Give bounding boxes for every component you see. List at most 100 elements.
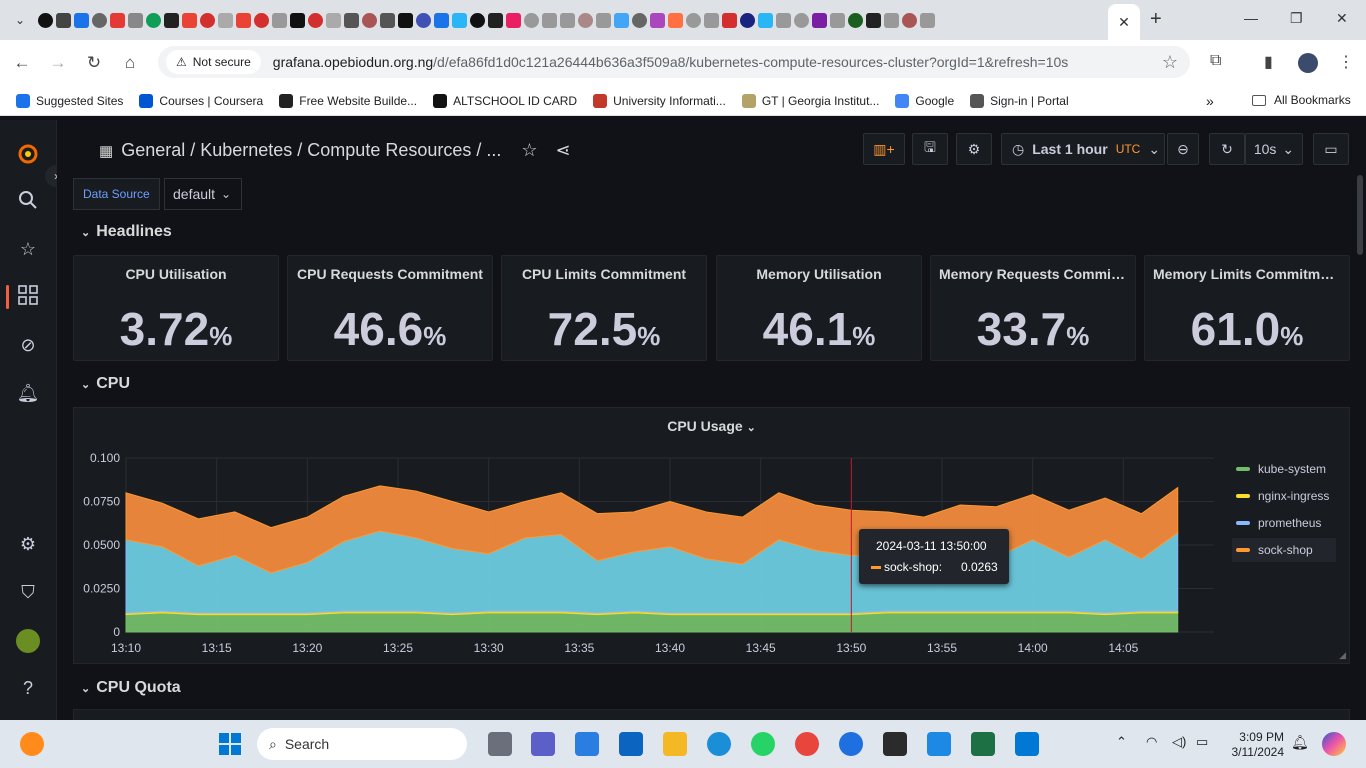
pinned-tab-favicon-icon[interactable] <box>704 12 719 28</box>
menu-icon[interactable]: ⋮ <box>1338 52 1354 72</box>
reload-icon[interactable]: ↻ <box>76 53 112 73</box>
pinned-tab-favicon-icon[interactable] <box>830 12 845 28</box>
pinned-tab-favicon-icon[interactable] <box>74 12 89 28</box>
wifi-icon[interactable]: ◠ <box>1146 734 1157 750</box>
pinned-tab-favicon-icon[interactable] <box>128 12 143 28</box>
pinned-tab-favicon-icon[interactable] <box>164 12 179 28</box>
pinned-tab-favicon-icon[interactable] <box>632 12 647 28</box>
dashboard-settings-gear-icon[interactable]: ⚙ <box>956 133 992 165</box>
bookmark-item[interactable]: Google <box>895 93 954 108</box>
pinned-tab-favicon-icon[interactable] <box>200 12 215 28</box>
stat-panel[interactable]: Memory Utilisation 46.1% <box>716 255 922 361</box>
pinned-tab-favicon-icon[interactable] <box>272 12 287 28</box>
more-bookmarks-chevron-icon[interactable]: » <box>1206 93 1214 109</box>
pinned-tab-favicon-icon[interactable] <box>812 12 827 28</box>
time-picker[interactable]: ◷ Last 1 hour UTC ⌄ <box>1001 133 1165 165</box>
edge-icon[interactable] <box>707 732 731 756</box>
mark-favorite-star-icon[interactable]: ☆ <box>521 140 537 161</box>
legend-item[interactable]: sock-shop <box>1232 538 1336 562</box>
vscode-icon[interactable] <box>1015 732 1039 756</box>
stat-panel[interactable]: Memory Limits Commitment 61.0% <box>1144 255 1350 361</box>
maximize-icon[interactable]: ❐ <box>1290 10 1303 27</box>
pinned-tab-favicon-icon[interactable] <box>740 12 755 28</box>
pinned-tab-favicon-icon[interactable] <box>290 12 305 28</box>
pinned-tab-favicon-icon[interactable] <box>686 12 701 28</box>
bookmark-item[interactable]: Sign-in | Portal <box>970 93 1069 108</box>
pinned-tab-favicon-icon[interactable] <box>614 12 629 28</box>
notifications-bell-icon[interactable]: 🔔︎ <box>1291 734 1309 751</box>
bookmark-item[interactable]: ALTSCHOOL ID CARD <box>433 93 577 108</box>
pinned-tab-favicon-icon[interactable] <box>398 12 413 28</box>
breadcrumb[interactable]: General / Kubernetes / Compute Resources… <box>121 140 501 161</box>
excel-icon[interactable] <box>971 732 995 756</box>
panel-title[interactable]: CPU Usage ⌄ <box>74 418 1349 434</box>
share-icon[interactable]: ⋖ <box>556 140 571 161</box>
volume-icon[interactable]: ◁) <box>1172 734 1186 750</box>
pinned-tab-favicon-icon[interactable] <box>146 12 161 28</box>
close-window-icon[interactable]: ✕ <box>1336 10 1348 27</box>
system-clock[interactable]: 3:09 PM 3/11/2024 <box>1232 730 1285 760</box>
bookmark-item[interactable]: Free Website Builde... <box>279 93 417 108</box>
pinned-tab-favicon-icon[interactable] <box>344 12 359 28</box>
pinned-tab-favicon-icon[interactable] <box>848 12 863 28</box>
pinned-tab-favicon-icon[interactable] <box>452 12 467 28</box>
security-chip[interactable]: ⚠ Not secure <box>166 50 261 74</box>
pinned-tab-favicon-icon[interactable] <box>416 12 431 28</box>
home-icon[interactable]: ⌂ <box>112 53 148 73</box>
pinned-tab-favicon-icon[interactable] <box>56 12 71 28</box>
tv-mode-icon[interactable]: ▭ <box>1313 133 1349 165</box>
server-admin-shield-icon[interactable]: ⛉ <box>16 580 40 604</box>
windows-start-icon[interactable] <box>218 732 242 756</box>
pinned-tab-favicon-icon[interactable] <box>920 12 935 28</box>
pinned-tab-favicon-icon[interactable] <box>308 12 323 28</box>
battery-icon[interactable]: ▭ <box>1196 734 1208 750</box>
pinned-tab-favicon-icon[interactable] <box>884 12 899 28</box>
side-panel-icon[interactable]: ▮ <box>1264 52 1273 72</box>
cpu-usage-panel[interactable]: CPU Usage ⌄ 0 0.0250 0.0500 0.0750 0.100 13:1… <box>73 407 1350 664</box>
alerting-bell-icon[interactable]: 🔔︎ <box>16 381 40 405</box>
resize-handle-icon[interactable]: ◢ <box>1339 650 1346 661</box>
configuration-gear-icon[interactable]: ⚙ <box>16 532 40 556</box>
bookmark-item[interactable]: University Informati... <box>593 93 726 108</box>
save-dashboard-icon[interactable]: 🖫︎ <box>912 133 948 165</box>
row-cpu-quota[interactable]: ⌄ CPU Quota <box>81 679 181 697</box>
pinned-tab-favicon-icon[interactable] <box>866 12 881 28</box>
pinned-tab-favicon-icon[interactable] <box>38 12 53 28</box>
pinned-tab-favicon-icon[interactable] <box>506 12 521 28</box>
active-tab[interactable]: ✕ <box>1108 4 1140 40</box>
copilot-icon[interactable] <box>1322 732 1346 756</box>
new-tab-button[interactable]: + <box>1150 8 1162 31</box>
pinned-tab-favicon-icon[interactable] <box>434 12 449 28</box>
minimize-icon[interactable]: — <box>1244 10 1258 26</box>
user-avatar[interactable] <box>16 629 40 653</box>
help-icon[interactable]: ? <box>16 676 40 700</box>
address-bar[interactable]: ⚠ Not secure grafana.opebiodun.org.ng/d/… <box>158 46 1190 78</box>
pinned-tab-favicon-icon[interactable] <box>110 12 125 28</box>
pinned-tab-favicon-icon[interactable] <box>182 12 197 28</box>
row-headlines[interactable]: ⌄ Headlines <box>81 223 172 241</box>
pinned-tab-favicon-icon[interactable] <box>758 12 773 28</box>
zoom-out-icon[interactable]: ⊖ <box>1167 133 1199 165</box>
outlook-icon[interactable] <box>619 732 643 756</box>
task-view-icon[interactable] <box>488 732 512 756</box>
pinned-tab-favicon-icon[interactable] <box>92 12 107 28</box>
explore-icon[interactable]: ⊘ <box>16 333 40 357</box>
pinned-tab-favicon-icon[interactable] <box>218 12 233 28</box>
show-hidden-icons-chevron-icon[interactable]: ⌃ <box>1116 734 1127 750</box>
legend-item[interactable]: prometheus <box>1232 511 1336 535</box>
stat-panel[interactable]: CPU Requests Commitment 46.6% <box>287 255 493 361</box>
pinned-tab-favicon-icon[interactable] <box>902 12 917 28</box>
pinned-tab-favicon-icon[interactable] <box>326 12 341 28</box>
pinned-tab-favicon-icon[interactable] <box>776 12 791 28</box>
chrome-icon[interactable] <box>795 732 819 756</box>
pinned-tab-favicon-icon[interactable] <box>524 12 539 28</box>
refresh-icon[interactable]: ↻ <box>1209 133 1245 165</box>
notepad-icon[interactable] <box>927 732 951 756</box>
whatsapp-icon[interactable] <box>751 732 775 756</box>
pinned-tab-favicon-icon[interactable] <box>722 12 737 28</box>
bookmark-star-icon[interactable]: ☆ <box>1162 52 1178 73</box>
cpu-usage-chart[interactable]: 0 0.0250 0.0500 0.0750 0.100 13:10 13:15 13:20 1… <box>74 438 1234 668</box>
add-panel-icon[interactable]: ▥+ <box>863 133 905 165</box>
search-icon[interactable] <box>16 190 40 214</box>
row-cpu[interactable]: ⌄ CPU <box>81 375 130 393</box>
